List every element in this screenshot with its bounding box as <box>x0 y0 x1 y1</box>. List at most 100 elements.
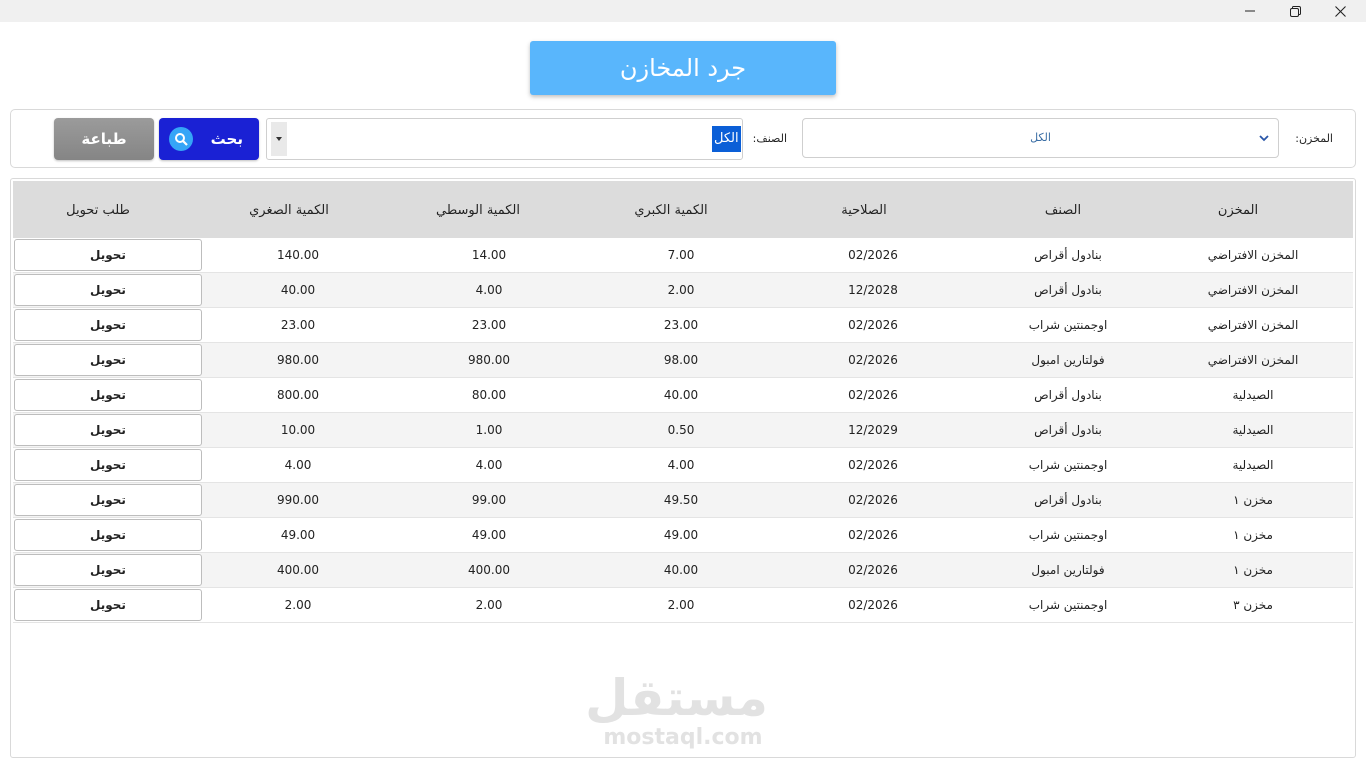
cell-qty-large: 98.00 <box>663 353 699 367</box>
cell-qty-medium: 4.00 <box>475 283 503 297</box>
cell-item: بنادول أقراص <box>1034 248 1102 262</box>
table-row[interactable]: المخزن الافتراضي بنادول أقراص 02/2026 7.… <box>13 238 1353 273</box>
cell-qty-small: 49.00 <box>280 528 316 542</box>
header-qty-large[interactable]: الكمية الكبري <box>606 203 736 218</box>
close-icon <box>1334 5 1346 17</box>
minimize-button[interactable] <box>1227 0 1273 22</box>
table-row[interactable]: مخزن ١ فولتارين امبول 02/2026 40.00 400.… <box>13 553 1353 588</box>
watermark-logo: مستقل mostaql.com <box>585 669 768 758</box>
cell-qty-small: 40.00 <box>280 283 316 297</box>
minimize-icon <box>1245 10 1255 12</box>
transfer-button[interactable]: تحويل <box>14 414 202 446</box>
table-row[interactable]: المخزن الافتراضي اوجمنتين شراب 02/2026 2… <box>13 308 1353 343</box>
restore-button[interactable] <box>1272 0 1318 22</box>
cell-store: مخزن ١ <box>1233 493 1273 507</box>
table-row[interactable]: المخزن الافتراضي فولتارين امبول 02/2026 … <box>13 343 1353 378</box>
cell-store: المخزن الافتراضي <box>1207 353 1299 367</box>
cell-store: مخزن ١ <box>1233 563 1273 577</box>
transfer-button[interactable]: تحويل <box>14 239 202 271</box>
header-item[interactable]: الصنف <box>998 203 1128 218</box>
cell-expiry: 12/2028 <box>848 283 898 297</box>
cell-qty-large: 7.00 <box>667 248 695 262</box>
table-row[interactable]: الصيدلية اوجمنتين شراب 02/2026 4.00 4.00… <box>13 448 1353 483</box>
cell-item: اوجمنتين شراب <box>1028 458 1108 472</box>
window-titlebar <box>0 0 1366 22</box>
cell-qty-large: 2.00 <box>667 598 695 612</box>
cell-expiry: 02/2026 <box>848 598 898 612</box>
store-select[interactable]: الكل <box>802 118 1279 158</box>
table-row[interactable]: مخزن ١ بنادول أقراص 02/2026 49.50 99.00 … <box>13 483 1353 518</box>
header-store[interactable]: المخزن <box>1173 203 1303 218</box>
cell-item: بنادول أقراص <box>1034 423 1102 437</box>
table-row[interactable]: الصيدلية بنادول أقراص 12/2029 0.50 1.00 … <box>13 413 1353 448</box>
cell-item: فولتارين امبول <box>1031 563 1105 577</box>
table-row[interactable]: الصيدلية بنادول أقراص 02/2026 40.00 80.0… <box>13 378 1353 413</box>
cell-store: المخزن الافتراضي <box>1207 283 1299 297</box>
cell-item: فولتارين امبول <box>1031 353 1105 367</box>
cell-store: المخزن الافتراضي <box>1207 318 1299 332</box>
cell-qty-large: 0.50 <box>667 423 695 437</box>
cell-qty-large: 4.00 <box>667 458 695 472</box>
store-label: المخزن: <box>1295 132 1333 145</box>
watermark-latin: mostaql.com <box>603 725 763 750</box>
print-button[interactable]: طباعة <box>54 118 154 160</box>
header-expiry[interactable]: الصلاحية <box>799 203 929 218</box>
transfer-button[interactable]: تحويل <box>14 449 202 481</box>
cell-item: بنادول أقراص <box>1034 493 1102 507</box>
class-combobox-selected-text[interactable]: الكل <box>712 126 741 152</box>
cell-item: بنادول أقراص <box>1034 283 1102 297</box>
header-qty-medium[interactable]: الكمية الوسطي <box>413 203 543 218</box>
cell-qty-large: 49.00 <box>663 528 699 542</box>
transfer-button[interactable]: تحويل <box>14 309 202 341</box>
cell-qty-small: 10.00 <box>280 423 316 437</box>
cell-qty-small: 990.00 <box>277 493 319 507</box>
cell-expiry: 02/2026 <box>848 248 898 262</box>
transfer-button[interactable]: تحويل <box>14 484 202 516</box>
cell-item: اوجمنتين شراب <box>1028 318 1108 332</box>
transfer-button[interactable]: تحويل <box>14 379 202 411</box>
cell-qty-small: 140.00 <box>277 248 319 262</box>
table-body: المخزن الافتراضي بنادول أقراص 02/2026 7.… <box>13 238 1353 623</box>
cell-qty-medium: 980.00 <box>468 353 510 367</box>
transfer-button[interactable]: تحويل <box>14 344 202 376</box>
class-label: الصنف: <box>752 132 787 145</box>
transfer-button[interactable]: تحويل <box>14 274 202 306</box>
search-icon <box>169 127 193 151</box>
cell-store: الصيدلية <box>1232 458 1274 472</box>
watermark-arabic: مستقل <box>585 669 768 727</box>
cell-qty-large: 40.00 <box>663 388 699 402</box>
cell-qty-medium: 2.00 <box>475 598 503 612</box>
search-button[interactable]: بحث <box>159 118 259 160</box>
search-button-label: بحث <box>210 130 243 148</box>
header-qty-small[interactable]: الكمية الصغري <box>224 203 354 218</box>
cell-qty-medium: 1.00 <box>475 423 503 437</box>
transfer-button[interactable]: تحويل <box>14 554 202 586</box>
transfer-button[interactable]: تحويل <box>14 519 202 551</box>
cell-expiry: 02/2026 <box>848 353 898 367</box>
close-button[interactable] <box>1317 0 1363 22</box>
cell-expiry: 02/2026 <box>848 318 898 332</box>
cell-qty-small: 2.00 <box>284 598 312 612</box>
filter-panel: المخزن: الكل الصنف: الكل بحث طباعة <box>10 109 1356 168</box>
cell-expiry: 02/2026 <box>848 458 898 472</box>
combobox-dropdown-button[interactable] <box>271 122 287 156</box>
class-combobox[interactable]: الكل <box>266 118 743 160</box>
header-transfer[interactable]: طلب تحويل <box>33 203 163 218</box>
cell-store: المخزن الافتراضي <box>1207 248 1299 262</box>
page-title: جرد المخازن <box>530 41 836 95</box>
table-row[interactable]: مخزن ٣ اوجمنتين شراب 02/2026 2.00 2.00 2… <box>13 588 1353 623</box>
cell-expiry: 12/2029 <box>848 423 898 437</box>
cell-item: اوجمنتين شراب <box>1028 598 1108 612</box>
cell-qty-medium: 23.00 <box>471 318 507 332</box>
cell-qty-large: 40.00 <box>663 563 699 577</box>
cell-qty-medium: 4.00 <box>475 458 503 472</box>
cell-qty-medium: 99.00 <box>471 493 507 507</box>
cell-qty-small: 800.00 <box>277 388 319 402</box>
transfer-button[interactable]: تحويل <box>14 589 202 621</box>
cell-qty-medium: 14.00 <box>471 248 507 262</box>
table-row[interactable]: مخزن ١ اوجمنتين شراب 02/2026 49.00 49.00… <box>13 518 1353 553</box>
cell-qty-medium: 49.00 <box>471 528 507 542</box>
table-header: المخزن الصنف الصلاحية الكمية الكبري الكم… <box>13 181 1353 238</box>
table-row[interactable]: المخزن الافتراضي بنادول أقراص 12/2028 2.… <box>13 273 1353 308</box>
cell-qty-small: 400.00 <box>277 563 319 577</box>
